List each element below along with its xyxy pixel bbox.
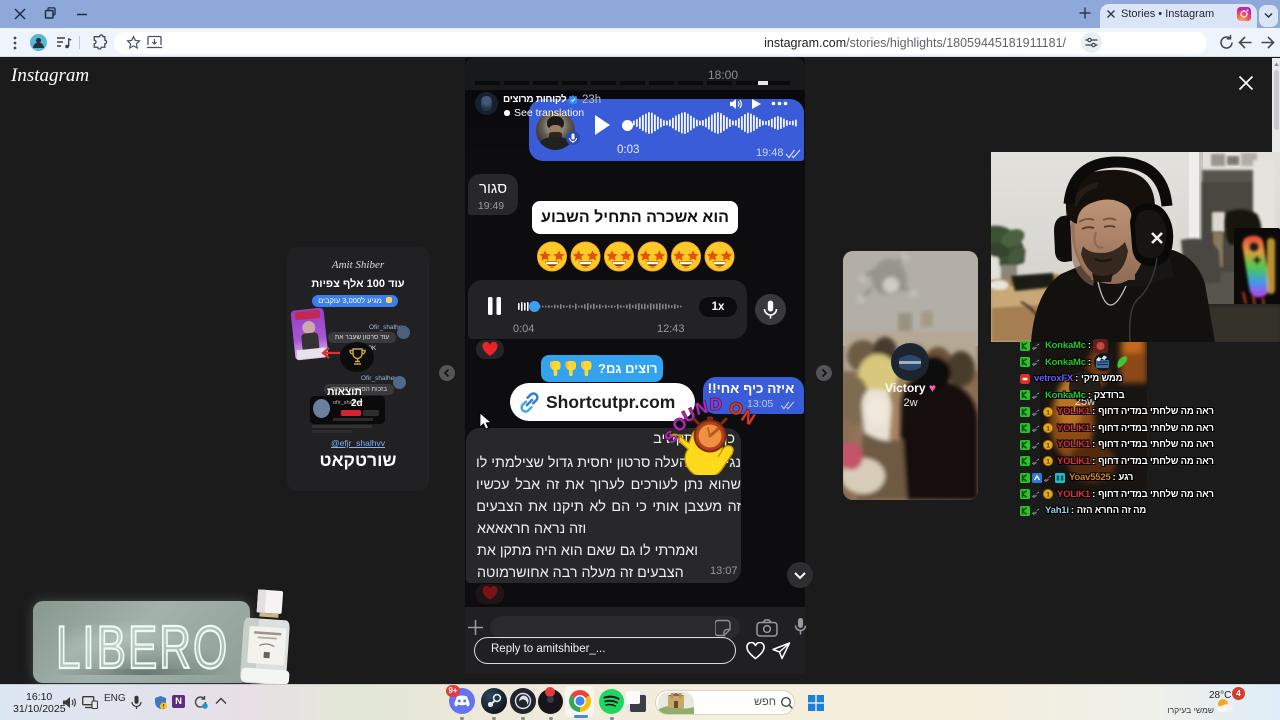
svg-text:1: 1 — [1046, 459, 1050, 466]
svg-text:1: 1 — [1046, 426, 1050, 433]
svg-text:1: 1 — [1046, 492, 1050, 499]
svg-text:D: D — [709, 395, 722, 414]
svg-text:1: 1 — [1046, 442, 1050, 449]
svg-text:1: 1 — [1046, 409, 1050, 416]
